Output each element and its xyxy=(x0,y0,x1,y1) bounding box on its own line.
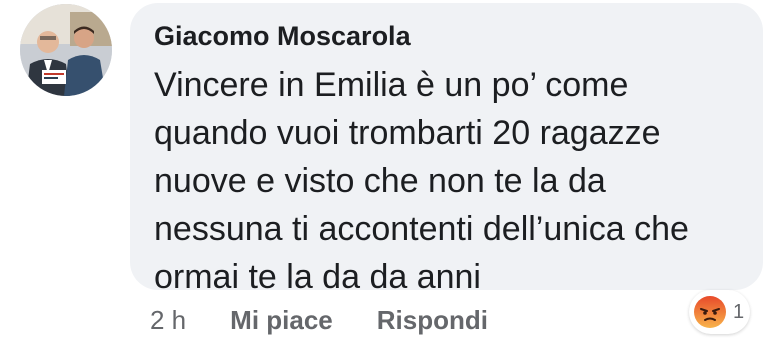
like-button[interactable]: Mi piace xyxy=(230,305,333,336)
comment-author[interactable]: Giacomo Moscarola xyxy=(154,21,411,52)
comment-text-line: Vincere in Emilia è un po’ come xyxy=(154,66,629,104)
comment-text-line: ormai te la da da anni xyxy=(154,258,481,296)
comment-actions: 2 h Mi piace Rispondi xyxy=(150,300,488,340)
avatar-photo xyxy=(20,4,112,96)
avatar[interactable] xyxy=(20,4,112,96)
reply-button[interactable]: Rispondi xyxy=(377,305,488,336)
comment-text: Vincere in Emilia è un po’ come quando v… xyxy=(154,61,744,301)
comment-text-line: nessuna ti accontenti dell’unica che xyxy=(154,210,689,248)
comment-bubble: Giacomo Moscarola Vincere in Emilia è un… xyxy=(130,3,763,296)
comment-text-line: quando vuoi trombarti 20 ragazze xyxy=(154,114,661,152)
angry-reaction-icon xyxy=(694,296,726,328)
reaction-count: 1 xyxy=(733,300,745,323)
reaction-summary[interactable]: 1 xyxy=(689,290,751,334)
comment-timestamp[interactable]: 2 h xyxy=(150,305,186,336)
comment-text-line: nuove e visto che non te la da xyxy=(154,162,606,200)
